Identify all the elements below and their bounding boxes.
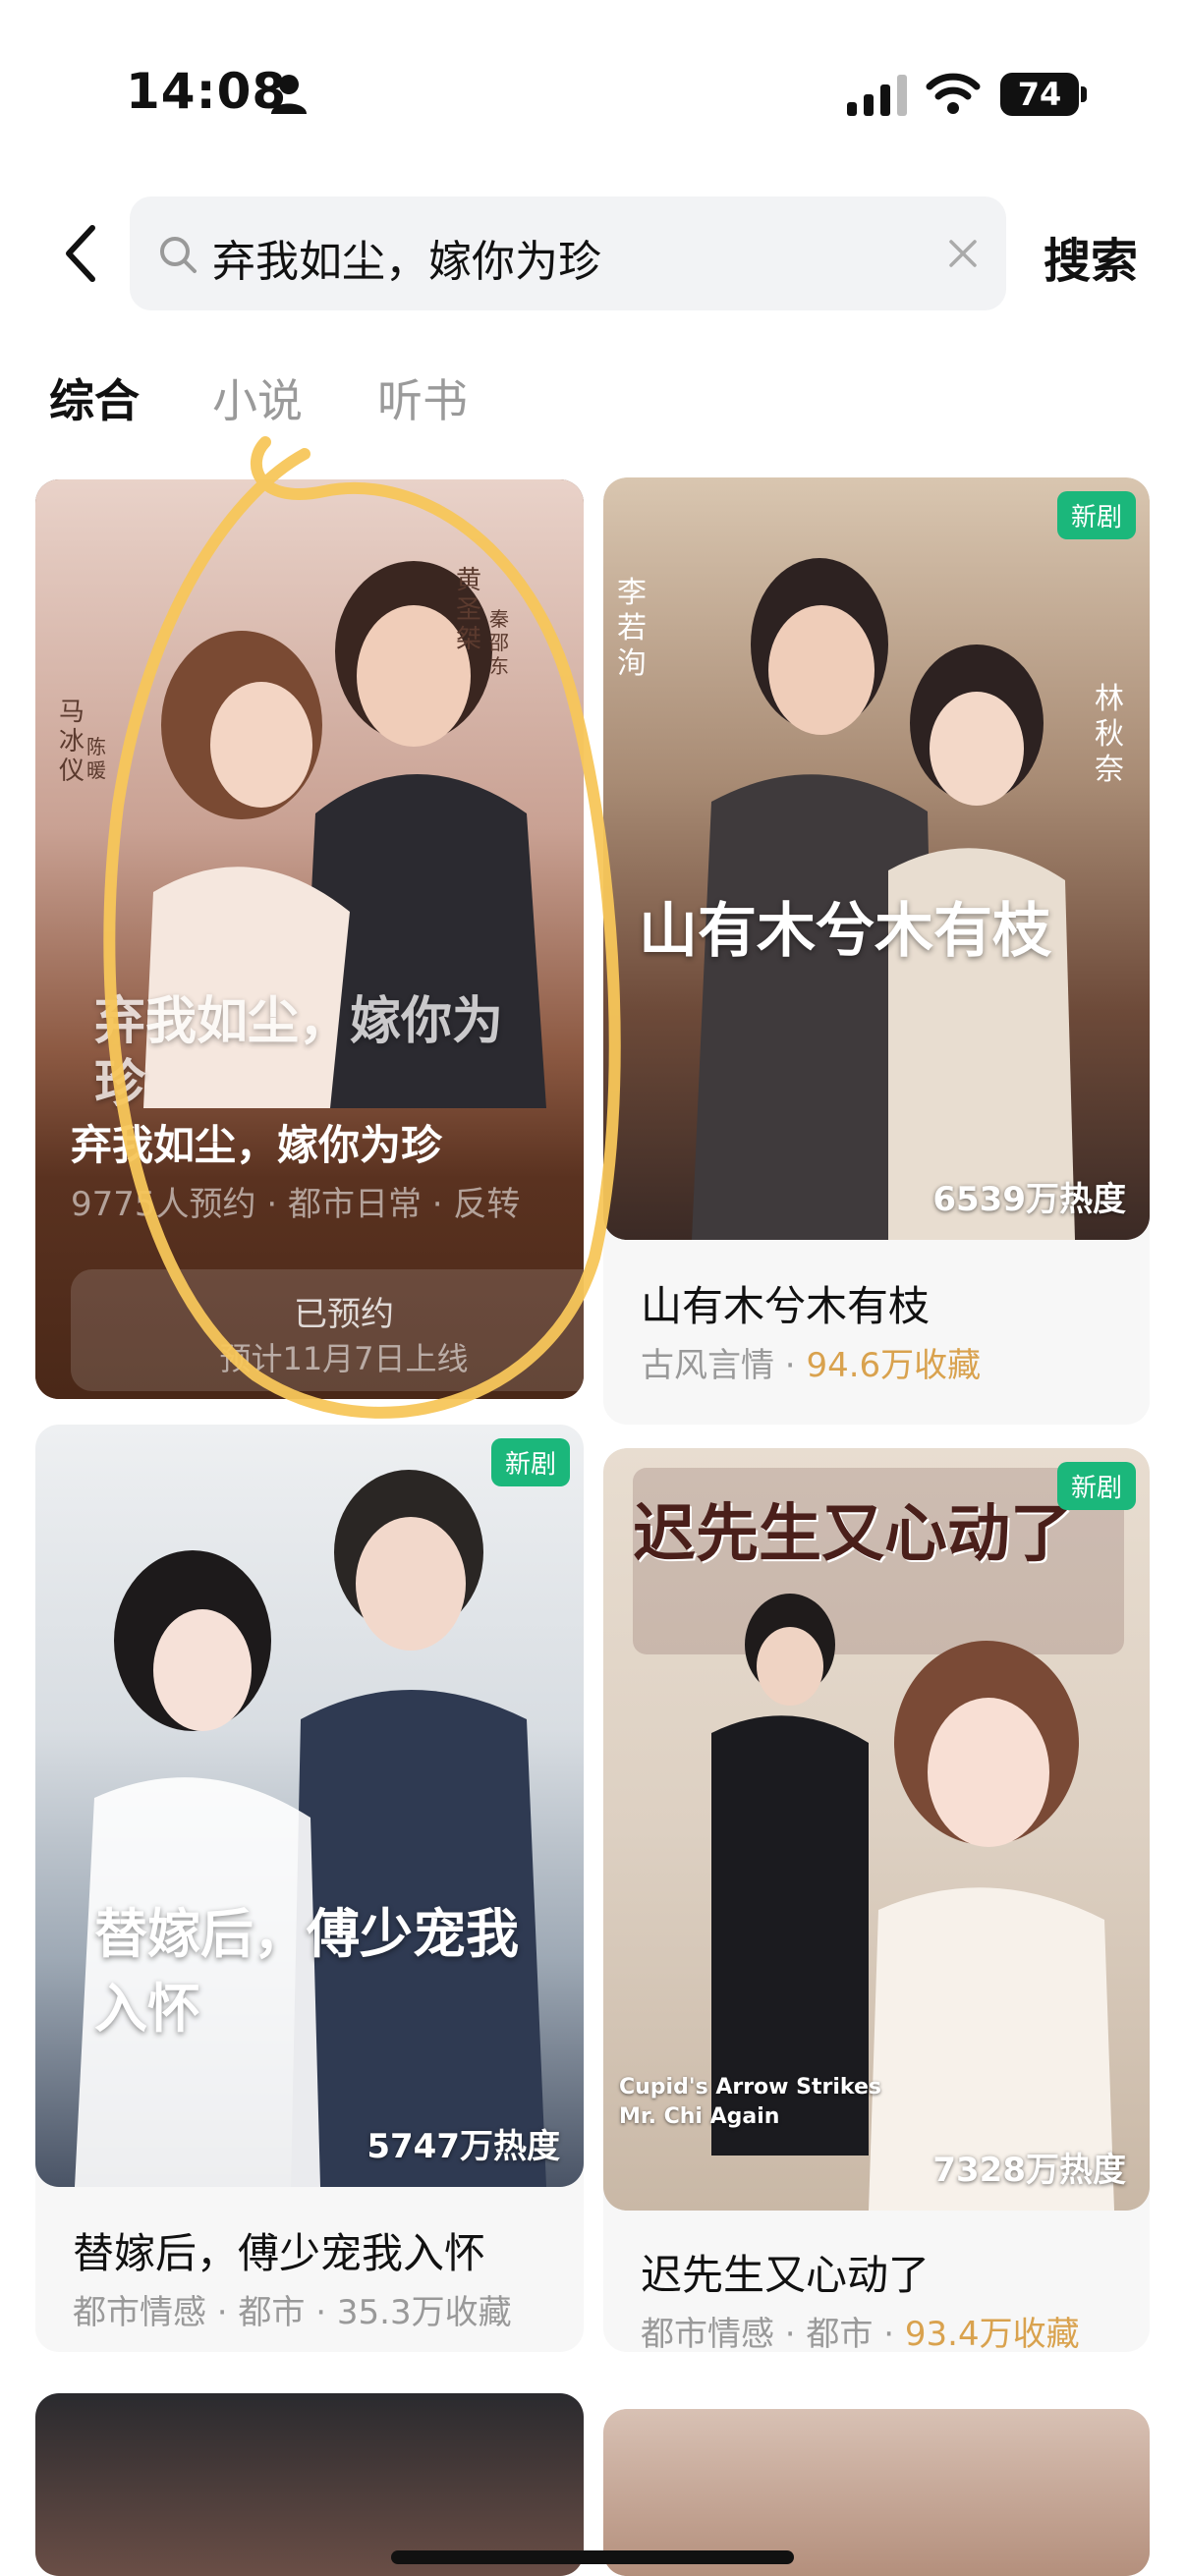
release-date: 预计11月7日上线 [219, 1340, 469, 1377]
back-arrow-icon[interactable] [59, 222, 102, 285]
favorites-count: 94.6万收藏 [806, 1346, 982, 1385]
new-drama-badge: 新剧 [490, 1438, 570, 1486]
drama-genre: 都市情感 · 都市 [641, 2315, 874, 2352]
cast-name: 黄圣桀 [456, 566, 482, 654]
drama-card[interactable]: 替嫁后，傅少宠我入怀 新剧 5747万热度 替嫁后，傅少宠我入怀 都市情感 · … [35, 1425, 584, 2352]
reserved-button[interactable]: 已预约 预计11月7日上线 [71, 1269, 584, 1391]
drama-card[interactable]: 山有木兮木有枝 李若洵 林秋奈 新剧 6539万热度 山有木兮木有枝 古风言情 … [603, 477, 1150, 1425]
drama-card[interactable] [35, 2393, 584, 2576]
new-drama-badge: 新剧 [1056, 491, 1136, 539]
drama-meta: 古风言情 · 94.6万收藏 [641, 1346, 982, 1385]
battery-indicator: 74 [1000, 73, 1079, 116]
search-query: 弃我如尘，嫁你为珍 [212, 237, 601, 287]
search-input[interactable]: 弃我如尘，嫁你为珍 [130, 196, 1006, 310]
tab-comprehensive[interactable]: 综合 [49, 365, 140, 430]
drama-poster: 迟先生又心动了 Cupid's Arrow Strikes Mr. Chi Ag… [603, 1448, 1150, 2211]
tab-novel[interactable]: 小说 [212, 365, 303, 430]
featured-drama-card[interactable]: 弃我如尘，嫁你为珍 黄圣桀 秦邵东 马冰仪 陈暖 弃我如尘，嫁你为珍 9775人… [35, 479, 584, 1399]
drama-poster-subtitle: Cupid's Arrow Strikes Mr. Chi Again [619, 2075, 881, 2129]
poster-illustration [692, 558, 1075, 1240]
clear-icon[interactable] [947, 238, 979, 269]
featured-meta: 9775人预约 · 都市日常 · 反转 [71, 1185, 521, 1224]
featured-poster-title: 弃我如尘，嫁你为珍 [94, 991, 504, 1114]
featured-title: 弃我如尘，嫁你为珍 [71, 1121, 443, 1169]
status-time: 14:08 [126, 63, 288, 120]
drama-genre: 古风言情 [641, 1346, 774, 1385]
heat-count: 6539万热度 [932, 1180, 1126, 1219]
drama-poster-title: 替嫁后，傅少宠我入怀 [94, 1902, 519, 2040]
search-icon [160, 237, 197, 273]
signal-icon [847, 75, 907, 116]
drama-title: 迟先生又心动了 [641, 2251, 931, 2299]
new-drama-badge: 新剧 [1056, 1462, 1136, 1510]
reserved-label: 已预约 [294, 1295, 394, 1334]
drama-meta: 都市情感 · 都市 · 93.4万收藏 [641, 2315, 1080, 2352]
drama-poster [35, 2393, 584, 2576]
cast-name: 马冰仪 [59, 698, 85, 786]
drama-title: 山有木兮木有枝 [641, 1282, 931, 1330]
drama-card[interactable]: 迟先生又心动了 Cupid's Arrow Strikes Mr. Chi Ag… [603, 1448, 1150, 2352]
poster-illustration [75, 1470, 546, 2187]
battery-cap [1081, 86, 1087, 102]
cast-name: 陈暖 [86, 735, 106, 782]
drama-title: 替嫁后，傅少宠我入怀 [73, 2229, 486, 2277]
cast-name: 秦邵东 [489, 607, 509, 678]
tab-audiobook[interactable]: 听书 [377, 365, 468, 430]
home-indicator[interactable] [391, 2550, 794, 2564]
featured-poster: 弃我如尘，嫁你为珍 黄圣桀 秦邵东 马冰仪 陈暖 [35, 479, 584, 1399]
cast-name: 李若洵 [617, 576, 647, 681]
person-icon [271, 75, 307, 114]
cast-name: 林秋奈 [1095, 682, 1124, 787]
drama-poster-title: 迟先生又心动了 [633, 1497, 1073, 1571]
drama-genre: 都市情感 · 都市 [73, 2293, 306, 2332]
drama-meta: 都市情感 · 都市 · 35.3万收藏 [73, 2293, 512, 2332]
wifi-icon [926, 73, 981, 114]
favorites-count: 35.3万收藏 [336, 2293, 512, 2332]
search-button[interactable]: 搜索 [1044, 222, 1138, 291]
drama-poster: 山有木兮木有枝 李若洵 林秋奈 新剧 6539万热度 [603, 477, 1150, 1240]
drama-poster-title: 山有木兮木有枝 [639, 897, 1051, 966]
heat-count: 5747万热度 [367, 2127, 560, 2166]
drama-poster: 替嫁后，傅少宠我入怀 新剧 5747万热度 [35, 1425, 584, 2187]
favorites-count: 93.4万收藏 [904, 2315, 1080, 2352]
heat-count: 7328万热度 [932, 2151, 1126, 2190]
